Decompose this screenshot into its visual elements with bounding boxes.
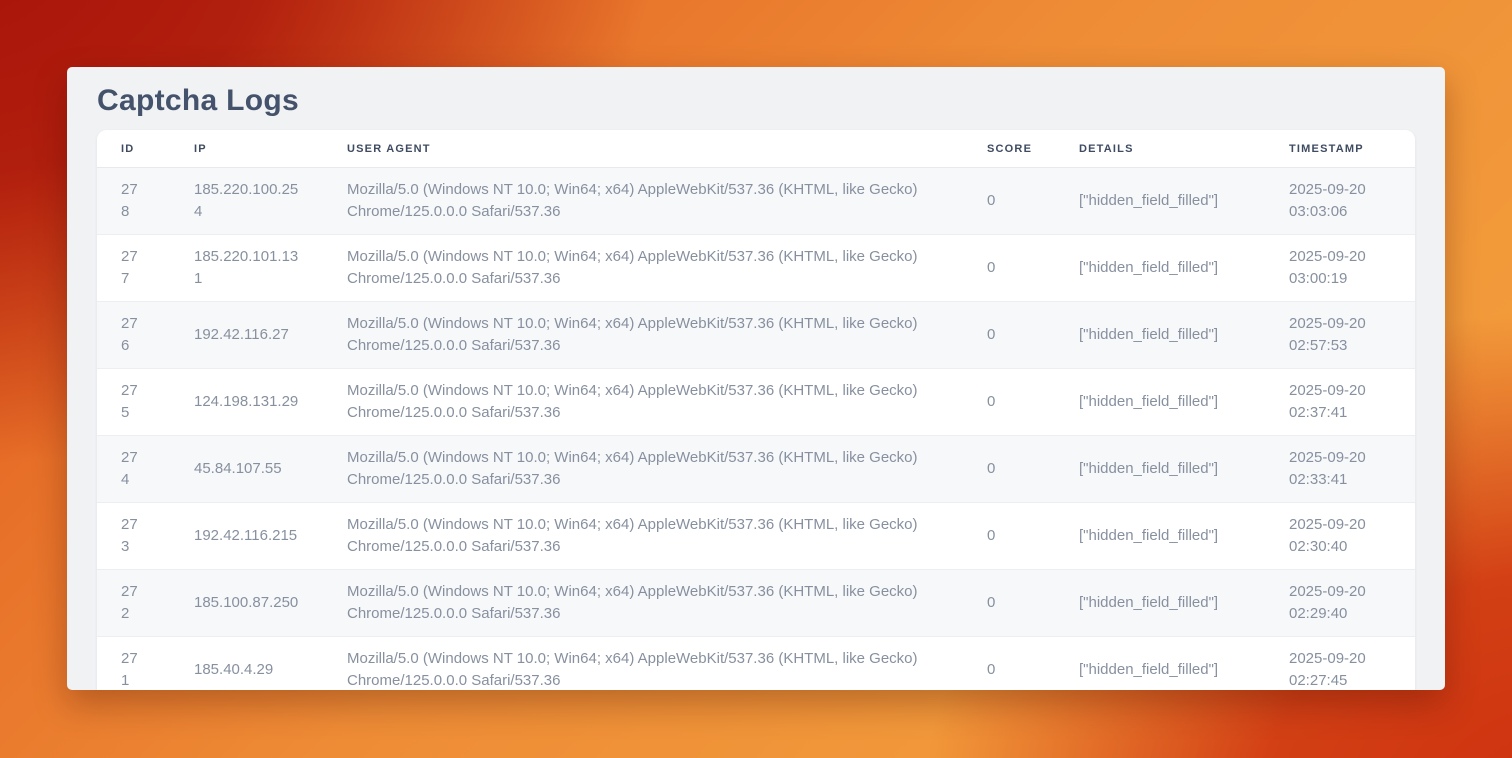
cell-id: 274 bbox=[97, 436, 170, 503]
logs-table-container: IDIPUSER AGENTSCOREDETAILSTIMESTAMP 2781… bbox=[97, 130, 1415, 690]
cell-user_agent: Mozilla/5.0 (Windows NT 10.0; Win64; x64… bbox=[323, 436, 963, 503]
cell-user_agent: Mozilla/5.0 (Windows NT 10.0; Win64; x64… bbox=[323, 503, 963, 570]
table-row: 272185.100.87.250Mozilla/5.0 (Windows NT… bbox=[97, 570, 1415, 637]
cell-details: ["hidden_field_filled"] bbox=[1055, 235, 1265, 302]
cell-timestamp: 2025-09-20 02:30:40 bbox=[1265, 503, 1415, 570]
table-row: 27445.84.107.55Mozilla/5.0 (Windows NT 1… bbox=[97, 436, 1415, 503]
cell-user_agent: Mozilla/5.0 (Windows NT 10.0; Win64; x64… bbox=[323, 637, 963, 691]
cell-timestamp: 2025-09-20 03:00:19 bbox=[1265, 235, 1415, 302]
table-header: IDIPUSER AGENTSCOREDETAILSTIMESTAMP bbox=[97, 130, 1415, 168]
cell-score: 0 bbox=[963, 369, 1055, 436]
cell-id: 271 bbox=[97, 637, 170, 691]
cell-timestamp: 2025-09-20 02:27:45 bbox=[1265, 637, 1415, 691]
cell-score: 0 bbox=[963, 235, 1055, 302]
cell-ip: 185.100.87.250 bbox=[170, 570, 323, 637]
cell-details: ["hidden_field_filled"] bbox=[1055, 436, 1265, 503]
cell-score: 0 bbox=[963, 168, 1055, 235]
column-header-score: SCORE bbox=[963, 130, 1055, 168]
table-body: 278185.220.100.254Mozilla/5.0 (Windows N… bbox=[97, 168, 1415, 691]
table-row: 273192.42.116.215Mozilla/5.0 (Windows NT… bbox=[97, 503, 1415, 570]
cell-id: 273 bbox=[97, 503, 170, 570]
cell-timestamp: 2025-09-20 03:03:06 bbox=[1265, 168, 1415, 235]
cell-details: ["hidden_field_filled"] bbox=[1055, 369, 1265, 436]
column-header-timestamp: TIMESTAMP bbox=[1265, 130, 1415, 168]
cell-details: ["hidden_field_filled"] bbox=[1055, 570, 1265, 637]
cell-score: 0 bbox=[963, 570, 1055, 637]
cell-ip: 185.220.100.254 bbox=[170, 168, 323, 235]
cell-id: 275 bbox=[97, 369, 170, 436]
cell-ip: 45.84.107.55 bbox=[170, 436, 323, 503]
cell-details: ["hidden_field_filled"] bbox=[1055, 503, 1265, 570]
cell-details: ["hidden_field_filled"] bbox=[1055, 302, 1265, 369]
cell-ip: 185.220.101.131 bbox=[170, 235, 323, 302]
column-header-details: DETAILS bbox=[1055, 130, 1265, 168]
column-header-id: ID bbox=[97, 130, 170, 168]
cell-id: 272 bbox=[97, 570, 170, 637]
cell-details: ["hidden_field_filled"] bbox=[1055, 168, 1265, 235]
table-row: 276192.42.116.27Mozilla/5.0 (Windows NT … bbox=[97, 302, 1415, 369]
cell-timestamp: 2025-09-20 02:33:41 bbox=[1265, 436, 1415, 503]
cell-timestamp: 2025-09-20 02:37:41 bbox=[1265, 369, 1415, 436]
cell-score: 0 bbox=[963, 302, 1055, 369]
cell-user_agent: Mozilla/5.0 (Windows NT 10.0; Win64; x64… bbox=[323, 570, 963, 637]
cell-user_agent: Mozilla/5.0 (Windows NT 10.0; Win64; x64… bbox=[323, 235, 963, 302]
table-header-row: IDIPUSER AGENTSCOREDETAILSTIMESTAMP bbox=[97, 130, 1415, 168]
cell-score: 0 bbox=[963, 637, 1055, 691]
cell-score: 0 bbox=[963, 503, 1055, 570]
cell-timestamp: 2025-09-20 02:57:53 bbox=[1265, 302, 1415, 369]
cell-user_agent: Mozilla/5.0 (Windows NT 10.0; Win64; x64… bbox=[323, 369, 963, 436]
cell-ip: 185.40.4.29 bbox=[170, 637, 323, 691]
table-row: 271185.40.4.29Mozilla/5.0 (Windows NT 10… bbox=[97, 637, 1415, 691]
cell-details: ["hidden_field_filled"] bbox=[1055, 637, 1265, 691]
cell-ip: 124.198.131.29 bbox=[170, 369, 323, 436]
cell-timestamp: 2025-09-20 02:29:40 bbox=[1265, 570, 1415, 637]
column-header-ip: IP bbox=[170, 130, 323, 168]
table-row: 278185.220.100.254Mozilla/5.0 (Windows N… bbox=[97, 168, 1415, 235]
cell-id: 276 bbox=[97, 302, 170, 369]
cell-id: 277 bbox=[97, 235, 170, 302]
cell-ip: 192.42.116.215 bbox=[170, 503, 323, 570]
cell-ip: 192.42.116.27 bbox=[170, 302, 323, 369]
column-header-user_agent: USER AGENT bbox=[323, 130, 963, 168]
cell-user_agent: Mozilla/5.0 (Windows NT 10.0; Win64; x64… bbox=[323, 302, 963, 369]
table-row: 277185.220.101.131Mozilla/5.0 (Windows N… bbox=[97, 235, 1415, 302]
cell-id: 278 bbox=[97, 168, 170, 235]
cell-score: 0 bbox=[963, 436, 1055, 503]
page-title: Captcha Logs bbox=[97, 80, 1445, 122]
table-row: 275124.198.131.29Mozilla/5.0 (Windows NT… bbox=[97, 369, 1415, 436]
captcha-logs-card: Captcha Logs IDIPUSER AGENTSCOREDETAILST… bbox=[67, 67, 1445, 690]
logs-table: IDIPUSER AGENTSCOREDETAILSTIMESTAMP 2781… bbox=[97, 130, 1415, 690]
cell-user_agent: Mozilla/5.0 (Windows NT 10.0; Win64; x64… bbox=[323, 168, 963, 235]
